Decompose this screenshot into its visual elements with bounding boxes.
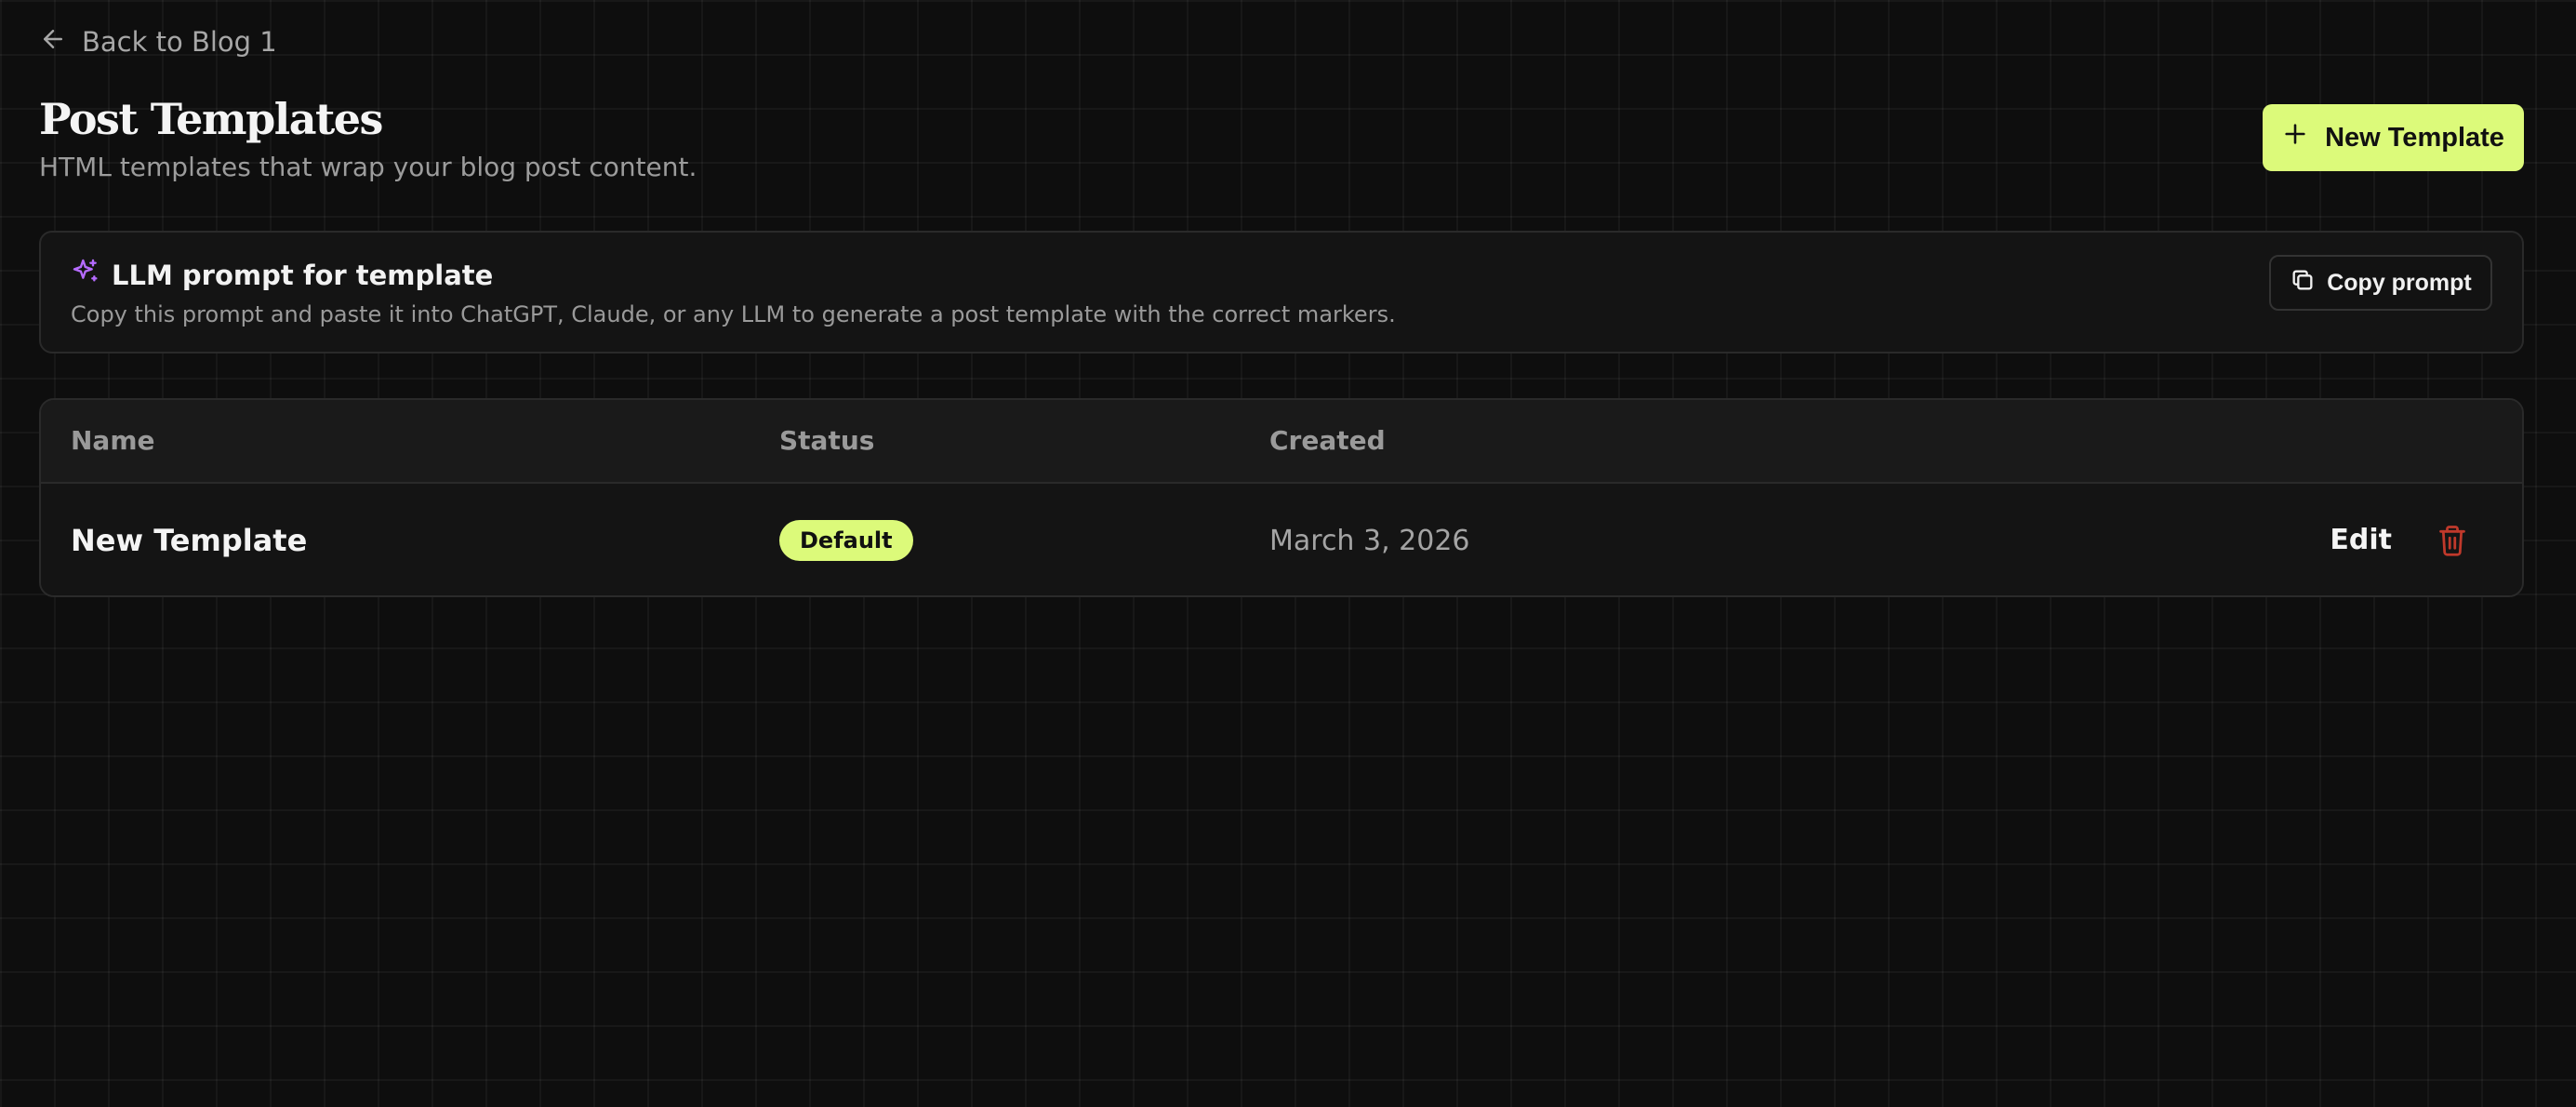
plus-icon <box>2282 121 2308 154</box>
table-row[interactable]: New Template Default March 3, 2026 Edit <box>41 484 2522 595</box>
trash-icon <box>2437 526 2468 561</box>
created-date: March 3, 2026 <box>1269 524 1470 557</box>
copy-prompt-button[interactable]: Copy prompt <box>2269 255 2492 311</box>
status-cell: Default <box>779 484 913 595</box>
copy-icon <box>2290 267 2316 300</box>
status-badge: Default <box>779 520 913 561</box>
template-name[interactable]: New Template <box>71 484 307 595</box>
templates-table: Name Status Created New Template Default… <box>39 398 2524 597</box>
edit-button[interactable]: Edit <box>2330 484 2392 595</box>
back-to-blog-link[interactable]: Back to Blog 1 <box>39 24 277 60</box>
arrow-left-icon <box>39 25 67 60</box>
templates-page: Back to Blog 1 Post Templates HTML templ… <box>39 0 2524 1107</box>
delete-button[interactable] <box>2437 524 2468 557</box>
back-link-label: Back to Blog 1 <box>82 26 277 58</box>
table-header: Name Status Created <box>41 400 2522 484</box>
prompt-card-title: LLM prompt for template <box>112 259 494 291</box>
page-title: Post Templates <box>39 94 383 144</box>
page-subtitle: HTML templates that wrap your blog post … <box>39 152 697 182</box>
column-header-created[interactable]: Created <box>1269 400 1386 482</box>
column-header-name[interactable]: Name <box>71 400 155 482</box>
prompt-card-header: LLM prompt for template <box>71 257 493 293</box>
new-template-label: New Template <box>2325 122 2504 153</box>
copy-prompt-label: Copy prompt <box>2327 269 2472 296</box>
prompt-card-description: Copy this prompt and paste it into ChatG… <box>71 301 1396 327</box>
new-template-button[interactable]: New Template <box>2263 104 2524 171</box>
sparkles-icon <box>71 257 100 293</box>
llm-prompt-card: LLM prompt for template Copy this prompt… <box>39 231 2524 353</box>
column-header-status[interactable]: Status <box>779 400 874 482</box>
